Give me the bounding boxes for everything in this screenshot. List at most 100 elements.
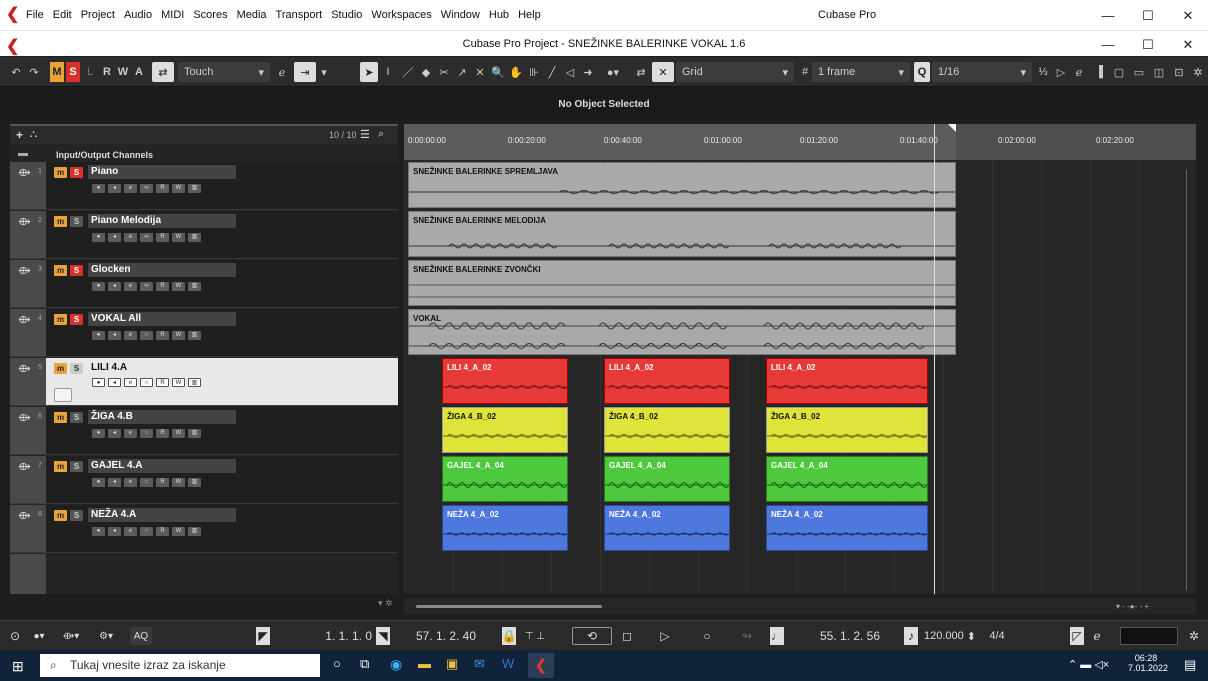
left-zone-icon[interactable]: ▐	[1090, 62, 1108, 82]
zoom-tool-icon[interactable]: 🔍	[490, 62, 506, 82]
fade-icon[interactable]: ▷	[1052, 62, 1070, 82]
mute-tool-icon[interactable]: ✕	[472, 62, 488, 82]
track-name[interactable]: ŽIGA 4.B	[88, 410, 236, 424]
monitor-icon[interactable]: ◂	[108, 282, 121, 291]
lock-icon[interactable]: ○	[140, 478, 153, 487]
record-enable-icon[interactable]: ●	[92, 233, 105, 242]
clock[interactable]: 06:28 7.01.2022	[1128, 653, 1168, 673]
write-automation-button[interactable]: W	[172, 184, 185, 193]
settings-icon[interactable]: ▾ ✲	[378, 598, 393, 609]
mute-button[interactable]: m	[54, 412, 67, 423]
lock-icon[interactable]: ○	[140, 429, 153, 438]
draw-tool-icon[interactable]: ／	[400, 62, 416, 82]
read-automation-button[interactable]: R	[156, 282, 169, 291]
write-automation-button[interactable]: W	[172, 233, 185, 242]
project-cursor[interactable]	[934, 124, 935, 594]
write-automation-button[interactable]: W	[172, 282, 185, 291]
track-gajel-4a[interactable]: ⟴ 7 m S GAJEL 4.A ● ◂ ℯ ○ R W ▥	[10, 456, 398, 504]
timebase-icon[interactable]: ℯ	[124, 478, 137, 487]
punch-icon[interactable]: ●▾	[28, 627, 50, 645]
window-layout-icon[interactable]: ▢	[1110, 62, 1128, 82]
record-enable-icon[interactable]: ●	[92, 331, 105, 340]
track-name[interactable]: VOKAL All	[88, 312, 236, 326]
cycle-mode-icon[interactable]: ⟴▾	[56, 627, 86, 645]
position-icon[interactable]: ♩	[770, 627, 784, 645]
range-tool-icon[interactable]: I	[380, 62, 396, 82]
transport-settings-icon[interactable]: ✲	[1186, 627, 1202, 645]
lanes-icon[interactable]: ▥	[188, 527, 201, 536]
listen-button[interactable]: L	[84, 62, 96, 82]
right-zone-icon[interactable]: ◫	[1150, 62, 1168, 82]
write-automation-button[interactable]: W	[172, 331, 185, 340]
write-automation-button[interactable]: W	[172, 378, 185, 387]
solo-button[interactable]: S	[70, 510, 83, 521]
menu-audio[interactable]: Audio	[124, 9, 152, 21]
event-neza-1[interactable]: NEŽA 4_A_02	[442, 505, 568, 551]
mail-icon[interactable]: ✉	[474, 656, 485, 672]
search-icon[interactable]: ⌕	[378, 128, 384, 141]
hand-tool-icon[interactable]: ✋	[508, 62, 524, 82]
redo-icon[interactable]: ↷	[26, 62, 42, 82]
click-icon[interactable]: ◸	[1070, 627, 1084, 645]
event-ziga-2[interactable]: ŽIGA 4_B_02	[604, 407, 730, 453]
right-locator-display[interactable]: 57. 1. 2. 40	[400, 627, 492, 645]
event-melodija[interactable]: SNEŽINKE BALERINKE MELODIJA	[408, 211, 956, 257]
menu-media[interactable]: Media	[237, 9, 267, 21]
monitor-icon[interactable]: ◂	[108, 233, 121, 242]
quantize-frame-dropdown[interactable]: 1 frame ▾	[812, 62, 910, 82]
solo-button[interactable]: S	[70, 265, 83, 276]
timebase-icon[interactable]: ℯ	[124, 331, 137, 340]
record-button[interactable]: ○	[694, 627, 720, 645]
metronome-icon[interactable]: ♪	[904, 627, 918, 645]
lock-icon[interactable]: ○	[140, 378, 153, 387]
play-tool-icon[interactable]: ◁	[562, 62, 578, 82]
menu-studio[interactable]: Studio	[331, 9, 362, 21]
track-piano-melodija[interactable]: ⟴ 2 m S Piano Melodija ● ◂ ℯ ∞ R W ▥	[10, 211, 398, 259]
line-tool-icon[interactable]: ╱	[544, 62, 560, 82]
write-automation-button[interactable]: W	[172, 527, 185, 536]
track-lili-4a[interactable]: ⟴ 5 m S LILI 4.A ● ◂ ℯ ○ R W ▥	[10, 358, 398, 406]
right-locator-icon[interactable]: ◥	[376, 627, 390, 645]
track-ziga-4b[interactable]: ⟴ 6 m S ŽIGA 4.B ● ◂ ℯ ○ R W ▥	[10, 407, 398, 455]
word-icon[interactable]: W	[502, 656, 514, 671]
timebase-icon[interactable]: ℯ	[124, 527, 137, 536]
event-vokal[interactable]: VOKAL	[408, 309, 956, 355]
track-name[interactable]: NEŽA 4.A	[88, 508, 236, 522]
solo-button[interactable]: S	[70, 412, 83, 423]
project-maximize-button[interactable]: ☐	[1128, 37, 1168, 53]
track-picture-slot[interactable]	[54, 388, 72, 402]
read-automation-button[interactable]: R	[156, 527, 169, 536]
file-explorer-icon[interactable]: ▬	[418, 656, 431, 671]
lanes-icon[interactable]: ▥	[188, 331, 201, 340]
read-automation-button[interactable]: R	[156, 184, 169, 193]
monitor-icon[interactable]: ◂	[108, 184, 121, 193]
monitor-icon[interactable]: ◂	[108, 478, 121, 487]
record-enable-icon[interactable]: ●	[92, 478, 105, 487]
constrain-delay-icon[interactable]: ℯ	[274, 62, 290, 82]
read-button[interactable]: R	[100, 62, 114, 82]
mute-button[interactable]: m	[54, 314, 67, 325]
time-signature[interactable]: 4/4	[984, 627, 1010, 645]
track-name[interactable]: GAJEL 4.A	[88, 459, 236, 473]
mute-all-button[interactable]: M	[50, 62, 64, 82]
close-button[interactable]: ✕	[1168, 8, 1208, 24]
menu-help[interactable]: Help	[518, 9, 541, 21]
track-name[interactable]: Piano	[88, 165, 236, 179]
event-ziga-1[interactable]: ŽIGA 4_B_02	[442, 407, 568, 453]
solo-button[interactable]: S	[70, 167, 83, 178]
mute-button[interactable]: m	[54, 167, 67, 178]
track-visibility-icon[interactable]: ☰	[360, 128, 370, 141]
menu-workspaces[interactable]: Workspaces	[371, 9, 431, 21]
event-neza-2[interactable]: NEŽA 4_A_02	[604, 505, 730, 551]
record-mode-icon[interactable]: ⊙	[6, 627, 24, 645]
object-selection-tool-icon[interactable]: ➤	[360, 62, 378, 82]
solo-button[interactable]: S	[70, 216, 83, 227]
position-display[interactable]: 55. 1. 2. 56	[800, 627, 900, 645]
play-button[interactable]: ▷	[652, 627, 678, 645]
quantize-label[interactable]: Q	[914, 62, 930, 82]
event-gajel-1[interactable]: GAJEL 4_A_04	[442, 456, 568, 502]
read-automation-button[interactable]: R	[156, 233, 169, 242]
timebase-icon[interactable]: ℯ	[124, 429, 137, 438]
read-automation-button[interactable]: R	[156, 331, 169, 340]
notifications-icon[interactable]: ▤	[1184, 657, 1196, 673]
